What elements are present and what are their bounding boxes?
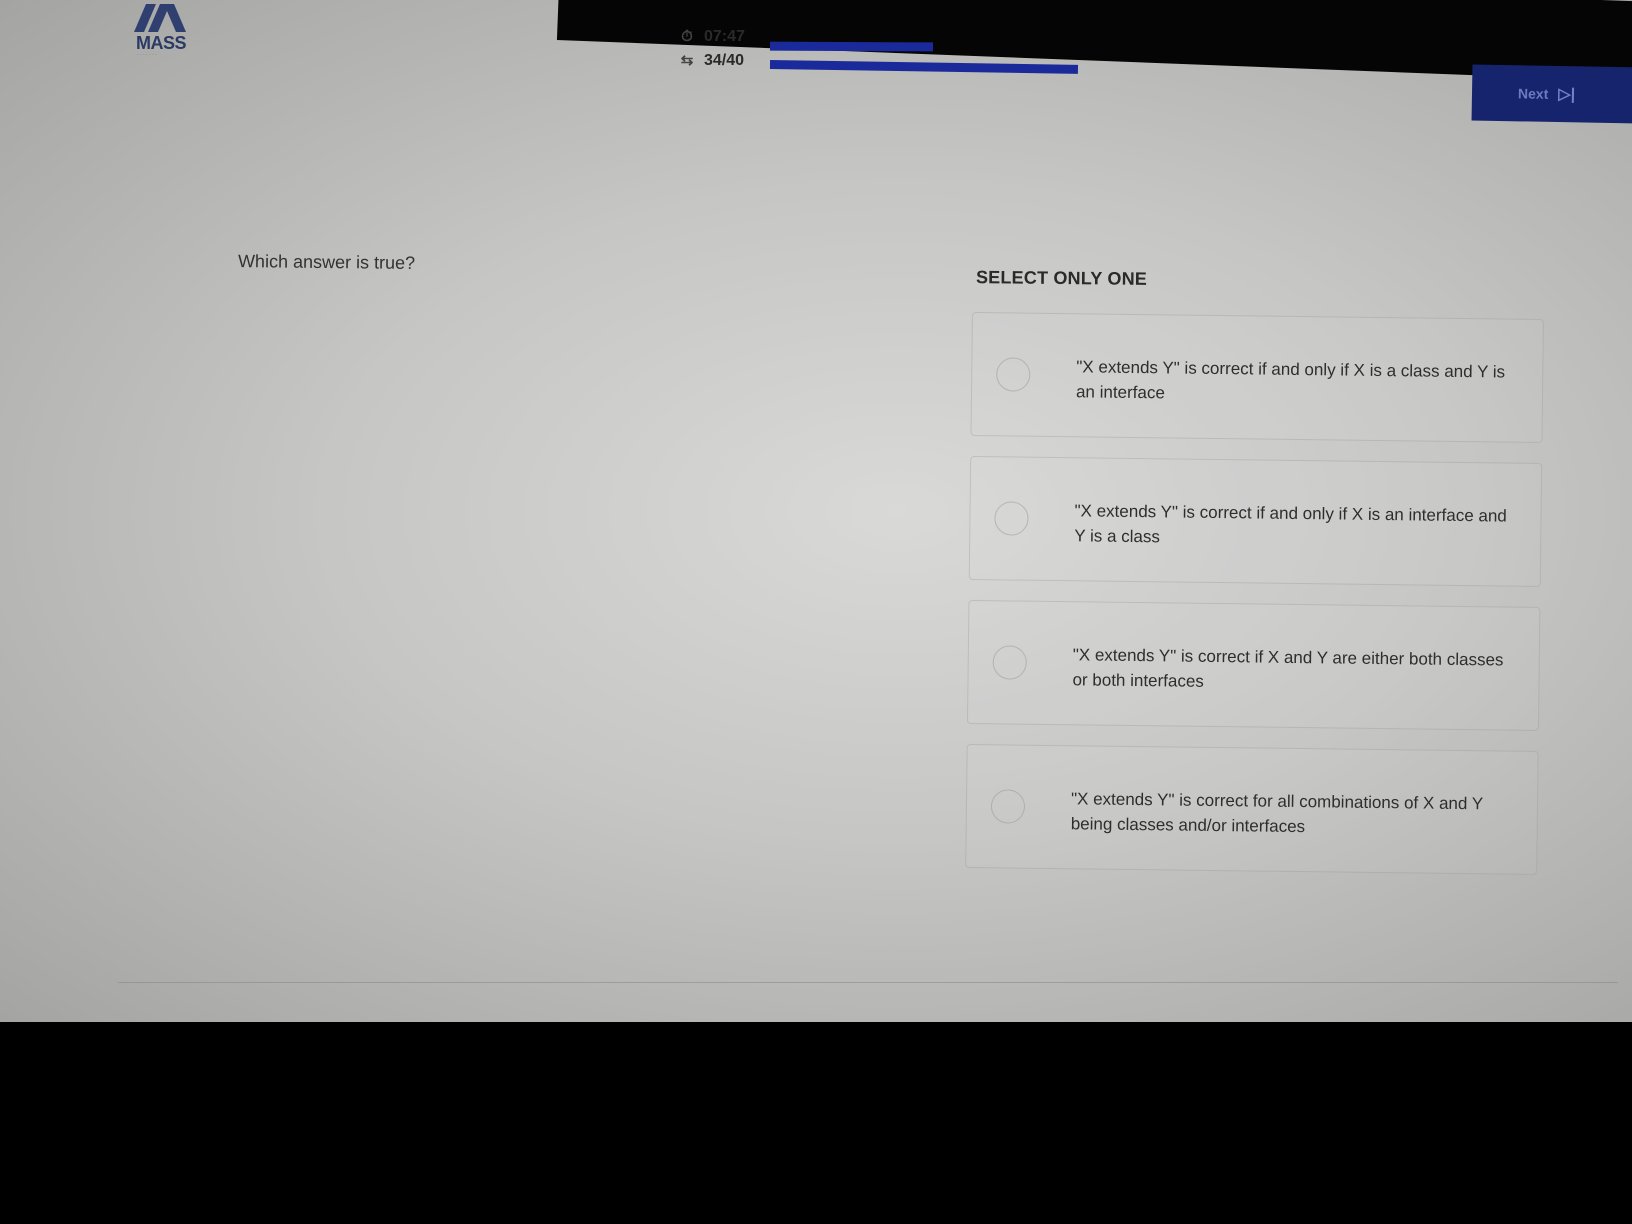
answer-options: "X extends Y" is correct if and only if … (965, 312, 1544, 895)
next-button[interactable]: Next ▷| (1471, 64, 1632, 124)
repeat-icon: ⇆ (680, 52, 694, 69)
brand-name: MASS (136, 33, 187, 53)
question-progress: ⇆ 34/40 (678, 52, 744, 70)
radio-button[interactable] (996, 357, 1031, 392)
answer-option-text: "X extends Y" is correct if and only if … (1074, 501, 1507, 547)
timer-value: 07:47 (704, 28, 745, 45)
skip-next-icon: ▷| (1558, 86, 1576, 104)
answer-option[interactable]: "X extends Y" is correct if X and Y are … (966, 599, 1541, 731)
timer-progress-bar (769, 41, 934, 52)
answer-option[interactable]: "X extends Y" is correct for all combina… (965, 743, 1539, 875)
answer-option[interactable]: "X extends Y" is correct if and only if … (968, 455, 1543, 587)
radio-button[interactable] (994, 501, 1029, 536)
answer-option-text: "X extends Y" is correct for all combina… (1070, 789, 1483, 837)
answer-option-text: "X extends Y" is correct if and only if … (1075, 357, 1506, 403)
radio-button[interactable] (990, 789, 1026, 824)
radio-button[interactable] (992, 645, 1027, 680)
question-progress-bar (769, 60, 1079, 74)
next-button-label: Next (1517, 85, 1549, 102)
answer-option[interactable]: "X extends Y" is correct if and only if … (970, 312, 1544, 443)
answer-instruction: SELECT ONLY ONE (975, 267, 1148, 289)
question-prompt: Which answer is true? (237, 251, 416, 273)
answer-option-text: "X extends Y" is correct if X and Y are … (1072, 645, 1504, 691)
footer-divider (118, 982, 1618, 983)
question-progress-value: 34/40 (704, 52, 745, 69)
timer: ⏱ 07:47 (678, 28, 745, 46)
stopwatch-icon: ⏱ (681, 28, 693, 45)
quiz-screen: MASS ······· ⏱ 07:47 ⇆ 34/40 Next ▷| Whi… (0, 0, 1632, 1022)
brand-tagline-mark: ······· (137, 52, 158, 58)
